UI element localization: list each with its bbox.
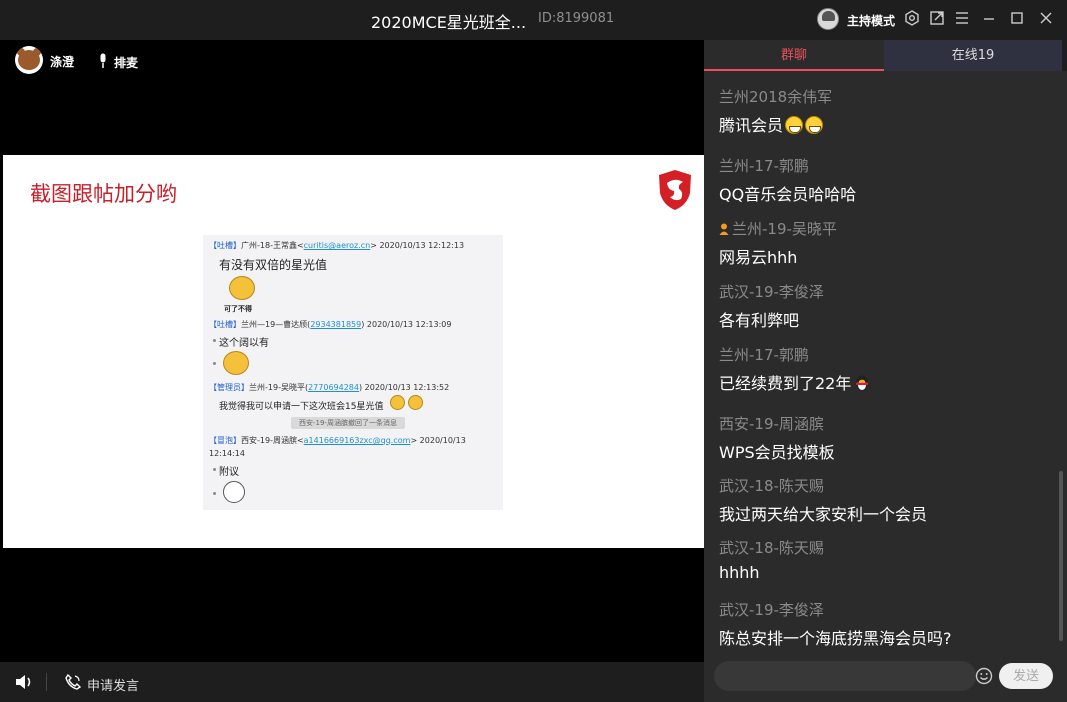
screenshot-sender: 兰州-19-吴晓平(: [249, 383, 309, 392]
message-text: hhhh: [719, 563, 760, 582]
share-icon[interactable]: [928, 10, 946, 28]
grin-emoji-icon: [785, 116, 804, 134]
chat-message: 兰州-17-郭鹏 已经续费到了22年: [719, 344, 1049, 394]
presenter-name: 涤澄: [50, 55, 75, 69]
send-button[interactable]: 发送: [999, 663, 1053, 689]
presentation-slide: 截图跟帖加分哟 【吐槽】广州-18-王常鑫<curitis@aeroz.cn> …: [3, 155, 704, 548]
menu-icon[interactable]: [953, 10, 971, 28]
message-text: 各有利弊吧: [719, 311, 800, 330]
chat-message: 兰州2018余伟军 腾讯会员: [719, 86, 1049, 136]
host-mode-button[interactable]: 主持模式: [847, 12, 895, 29]
screenshot-tag: 【管理员】: [209, 383, 249, 392]
screenshot-sender: 西安-19-周涵膑<: [241, 436, 304, 445]
qq-penguin-emoji-icon: [856, 375, 869, 391]
screenshot-message: 附议: [219, 467, 239, 478]
tab-online-users[interactable]: 在线19: [884, 40, 1062, 71]
message-sender[interactable]: 兰州-19-吴晓平: [732, 220, 837, 238]
screenshot-message: 有没有双倍的星光值: [219, 258, 328, 272]
bullet-dot: [213, 339, 216, 342]
settings-icon[interactable]: [903, 10, 921, 28]
room-id: ID:8199081: [538, 11, 615, 26]
message-text: 已经续费到了22年: [719, 374, 852, 393]
bullet-dot: [213, 468, 216, 471]
message-sender[interactable]: 武汉-19-李俊泽: [719, 599, 1049, 620]
slide-title: 截图跟帖加分哟: [30, 182, 177, 206]
chat-message: 兰州-17-郭鹏 QQ音乐会员哈哈哈: [719, 155, 1049, 205]
message-sender[interactable]: 武汉-18-陈天赐: [719, 475, 1049, 496]
message-text: 网易云hhh: [719, 248, 798, 267]
screenshot-tag: 【吐槽】: [209, 241, 241, 250]
emoji-image: [408, 395, 423, 410]
chat-tabs: 群聊 在线19: [704, 40, 1067, 71]
queue-button[interactable]: 排麦: [114, 54, 138, 71]
host-avatar[interactable]: [817, 8, 839, 30]
message-sender[interactable]: 兰州2018余伟军: [719, 86, 1049, 107]
presenter-avatar[interactable]: [15, 46, 43, 74]
chat-message: 西安-19-周涵膑 WPS会员找模板: [719, 413, 1049, 463]
message-sender[interactable]: 兰州-17-郭鹏: [719, 344, 1049, 365]
mic-icon[interactable]: [98, 53, 108, 69]
video-area: 涤澄 排麦 截图跟帖加分哟 【吐槽】广州-18-王常鑫<curitis@aero…: [0, 40, 704, 662]
toolbar-divider: [46, 673, 47, 691]
title-bar: 2020MCE星光班全... ID:8199081 主持模式: [0, 0, 1067, 40]
chat-message: 武汉-18-陈天赐 hhhh: [719, 537, 1049, 582]
chat-message: 武汉-19-李俊泽 陈总安排一个海底捞黑海会员吗?: [719, 599, 1049, 649]
screenshot-time: > 2020/10/13: [410, 436, 466, 445]
chat-scrollbar[interactable]: [1059, 471, 1063, 641]
screenshot-qq: 2934381859: [310, 320, 362, 329]
phone-icon[interactable]: [64, 673, 82, 691]
chat-screenshot-image: 【吐槽】广州-18-王常鑫<curitis@aeroz.cn> 2020/10/…: [203, 235, 503, 510]
bullet-dot: [213, 492, 216, 495]
sticker-caption: 可了不得: [224, 305, 252, 313]
bullet-dot: [213, 362, 216, 365]
message-sender[interactable]: 武汉-18-陈天赐: [719, 537, 1049, 558]
screenshot-tag: 【吐槽】: [209, 320, 241, 329]
recall-notice: 西安-19-周涵膑撤回了一条消息: [291, 417, 405, 429]
close-icon[interactable]: [1037, 10, 1055, 28]
chat-message: 武汉-19-李俊泽 各有利弊吧: [719, 281, 1049, 331]
message-text: 陈总安排一个海底捞黑海会员吗?: [719, 629, 952, 648]
window-title: 2020MCE星光班全...: [371, 13, 527, 32]
chat-panel: 群聊 在线19 兰州2018余伟军 腾讯会员 兰州-17-郭鹏 QQ音乐会员哈哈…: [704, 40, 1067, 702]
msi-dragon-logo: [659, 170, 691, 210]
admin-badge-icon: [719, 223, 729, 235]
screenshot-sender: 广州-18-王常鑫<: [241, 241, 304, 250]
emoji-image: [390, 395, 405, 410]
message-text: 我过两天给大家安利一个会员: [719, 505, 928, 524]
minimize-icon[interactable]: [980, 10, 998, 28]
emoji-picker-icon[interactable]: [975, 667, 993, 685]
message-text: 腾讯会员: [719, 116, 784, 135]
message-text: WPS会员找模板: [719, 443, 835, 462]
chat-message: 兰州-19-吴晓平 网易云hhh: [719, 218, 1049, 268]
message-sender[interactable]: 兰州-17-郭鹏: [719, 155, 1049, 176]
maximize-icon[interactable]: [1008, 10, 1026, 28]
chat-input[interactable]: [714, 661, 976, 691]
grin-emoji-icon: [805, 116, 824, 134]
screenshot-time: 12:14:14: [209, 449, 245, 458]
screenshot-tag: 【冒泡】: [209, 436, 241, 445]
apply-to-speak-button[interactable]: 申请发言: [87, 675, 139, 694]
message-list[interactable]: 兰州2018余伟军 腾讯会员 兰州-17-郭鹏 QQ音乐会员哈哈哈 兰州-19-…: [704, 71, 1059, 661]
screenshot-email: a1416669163zxc@qq.com: [303, 436, 411, 445]
sticker-image: [223, 481, 245, 503]
screenshot-qq: 2770694284: [308, 383, 359, 392]
screenshot-time: > 2020/10/13 12:12:13: [370, 241, 465, 250]
screenshot-email: curitis@aeroz.cn: [303, 241, 371, 250]
sticker-image: [229, 276, 255, 300]
message-sender[interactable]: 西安-19-周涵膑: [719, 413, 1049, 434]
screenshot-time: ) 2020/10/13 12:13:09: [361, 320, 452, 329]
screenshot-sender: 兰州—19—曹达颀(: [241, 320, 311, 329]
screenshot-time: ) 2020/10/13 12:13:52: [358, 383, 450, 392]
sticker-image: [223, 351, 249, 375]
tab-group-chat[interactable]: 群聊: [704, 40, 884, 71]
chat-message: 武汉-18-陈天赐 我过两天给大家安利一个会员: [719, 475, 1049, 525]
screenshot-message: 我觉得我可以申请一下这次班会15星光值: [219, 402, 384, 412]
chat-input-area: 发送: [704, 661, 1067, 702]
speaker-icon[interactable]: [14, 673, 34, 691]
message-sender[interactable]: 武汉-19-李俊泽: [719, 281, 1049, 302]
screenshot-message: 这个阔以有: [219, 338, 269, 349]
bottom-toolbar: 申请发言: [0, 662, 704, 702]
message-text: QQ音乐会员哈哈哈: [719, 185, 857, 204]
